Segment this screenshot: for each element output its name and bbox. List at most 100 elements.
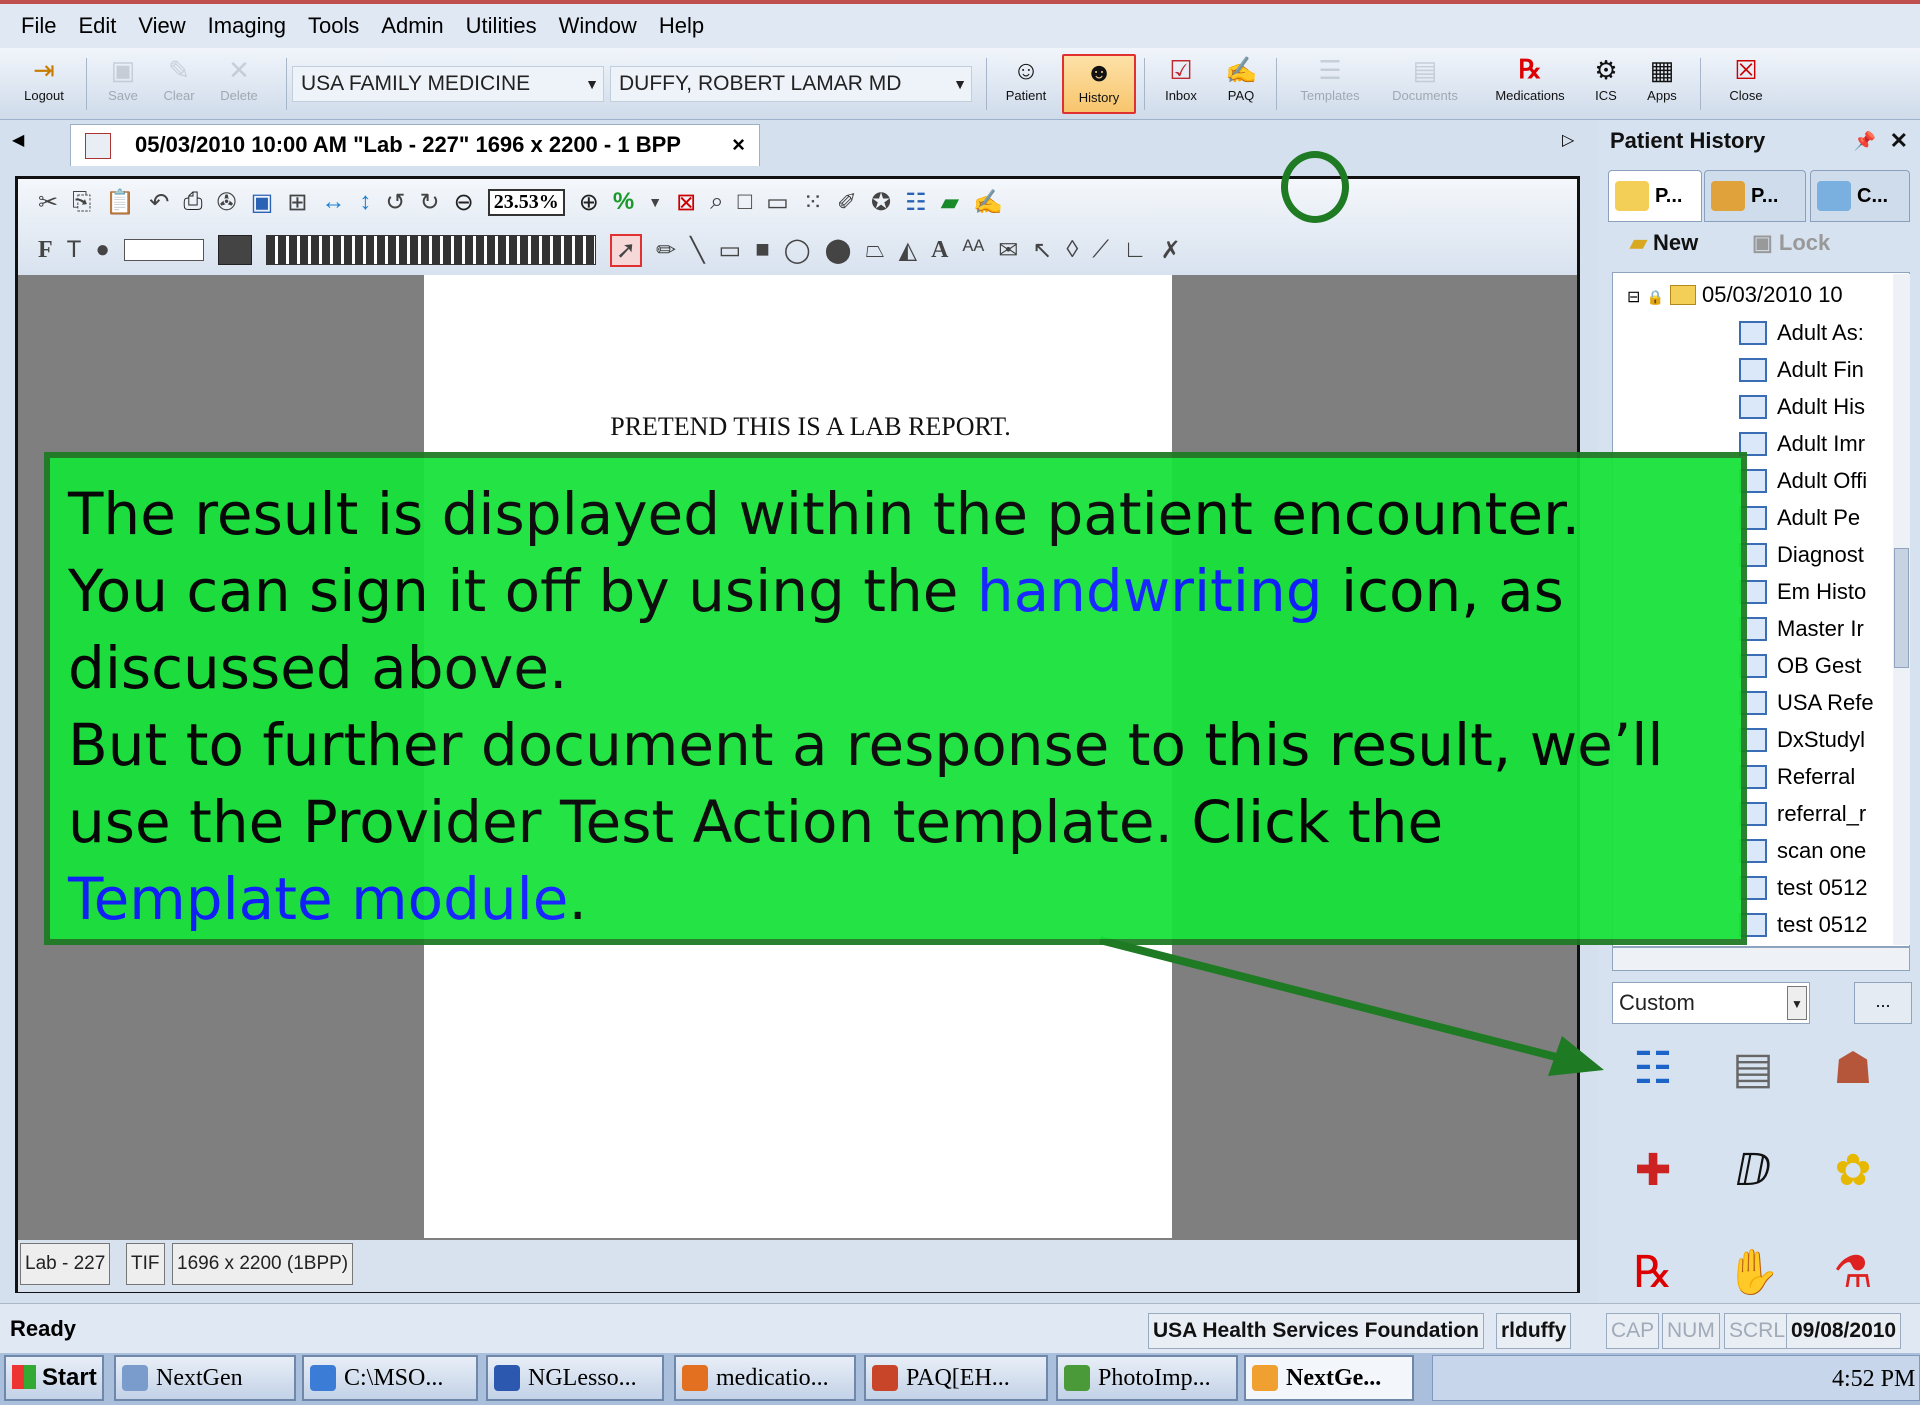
- menu-window[interactable]: Window: [559, 13, 637, 39]
- chevron-down-icon[interactable]: ▼: [648, 194, 662, 210]
- pin-icon[interactable]: 📌: [1854, 120, 1876, 162]
- fit-width-icon[interactable]: ↔: [321, 188, 345, 216]
- handwriting-icon[interactable]: ✍: [973, 188, 1003, 217]
- filter-select[interactable]: Custom ▼: [1612, 982, 1810, 1024]
- menu-admin[interactable]: Admin: [381, 13, 443, 39]
- tree-item[interactable]: Adult Fin: [1613, 352, 1909, 388]
- ics-button[interactable]: ⚙ ICS: [1588, 54, 1624, 114]
- medications-button[interactable]: ℞ Medications: [1482, 54, 1578, 114]
- filled-polygon-icon[interactable]: ◭: [899, 236, 917, 265]
- book-icon[interactable]: ▰: [941, 188, 959, 217]
- taskbar-item-active[interactable]: NextGe...: [1244, 1355, 1414, 1401]
- pen-icon[interactable]: ✏: [656, 236, 676, 265]
- allergy-module-icon[interactable]: ✿: [1822, 1140, 1884, 1202]
- filled-rectangle-icon[interactable]: ■: [755, 236, 770, 264]
- menu-tools[interactable]: Tools: [308, 13, 359, 39]
- thumbnails-icon[interactable]: ⁙: [803, 188, 823, 217]
- order-module-icon[interactable]: ✋: [1722, 1242, 1784, 1304]
- image-module-icon[interactable]: ☗: [1822, 1038, 1884, 1100]
- menu-view[interactable]: View: [138, 13, 185, 39]
- select-region-icon[interactable]: ⊠: [676, 188, 696, 217]
- taskbar-item[interactable]: NextGen: [114, 1355, 296, 1401]
- line-style-select[interactable]: [123, 239, 204, 261]
- tab-calendar[interactable]: C...: [1810, 170, 1910, 222]
- cut-icon[interactable]: ✂: [38, 188, 58, 217]
- taskbar-item[interactable]: PhotoImp...: [1056, 1355, 1238, 1401]
- polygon-icon[interactable]: ⏢: [865, 236, 884, 264]
- document-module-icon[interactable]: ▤: [1722, 1038, 1784, 1100]
- print-icon[interactable]: ⎙: [183, 188, 202, 216]
- layers-icon[interactable]: ☷: [905, 188, 927, 217]
- provider-select[interactable]: DUFFY, ROBERT LAMAR MD ▼: [610, 66, 972, 102]
- menu-imaging[interactable]: Imaging: [208, 13, 286, 39]
- magnify-icon[interactable]: ⌕: [710, 188, 723, 216]
- undo-icon[interactable]: ↶: [149, 188, 169, 217]
- save-button[interactable]: ▣ Save: [98, 54, 148, 114]
- text-color-icon[interactable]: T: [67, 236, 82, 264]
- history-button[interactable]: ☻ History: [1062, 54, 1136, 114]
- fit-height-icon[interactable]: ↕: [359, 188, 371, 216]
- ruler-icon[interactable]: ⟋: [1092, 236, 1109, 264]
- filled-ellipse-icon[interactable]: ⬤: [825, 236, 852, 265]
- clear-button[interactable]: ✎ Clear: [154, 54, 204, 114]
- zoom-out-icon[interactable]: ⊖: [454, 188, 474, 217]
- text-tool-icon[interactable]: A: [931, 237, 948, 264]
- fill-icon[interactable]: ●: [95, 236, 110, 264]
- tab-patient-folder[interactable]: P...: [1608, 170, 1702, 222]
- tree-item[interactable]: Adult As:: [1613, 315, 1909, 351]
- arrow-icon[interactable]: ↖: [1032, 236, 1052, 265]
- tree-scrollbar-thumb[interactable]: [1894, 548, 1909, 668]
- logout-button[interactable]: ⇥ Logout: [14, 54, 74, 114]
- font-icon[interactable]: F: [38, 237, 53, 264]
- close-icon[interactable]: ✕: [1890, 120, 1908, 162]
- scan-icon[interactable]: ✇: [217, 188, 237, 217]
- highlighter-icon[interactable]: ◊: [1066, 236, 1078, 264]
- ellipse-icon[interactable]: ◯: [784, 236, 811, 265]
- tree-hscrollbar[interactable]: [1612, 947, 1910, 971]
- eraser-icon[interactable]: ✗: [1161, 236, 1181, 265]
- menu-edit[interactable]: Edit: [78, 13, 116, 39]
- start-button[interactable]: Start: [4, 1355, 104, 1401]
- save-image-icon[interactable]: ▣: [251, 188, 274, 217]
- tab-people[interactable]: P...: [1704, 170, 1806, 222]
- lock-button[interactable]: ▣ Lock: [1752, 230, 1830, 256]
- single-page-icon[interactable]: □: [738, 188, 753, 216]
- two-page-icon[interactable]: ▭: [766, 188, 789, 217]
- paq-button[interactable]: ✍ PAQ: [1216, 54, 1266, 114]
- tab-lab-document[interactable]: 05/03/2010 10:00 AM "Lab - 227" 1696 x 2…: [70, 124, 760, 166]
- rotate-left-icon[interactable]: ↺: [385, 188, 405, 217]
- pattern-palette[interactable]: [265, 235, 596, 265]
- note-icon[interactable]: ✉: [998, 236, 1018, 265]
- practice-select[interactable]: USA FAMILY MEDICINE ▼: [292, 66, 604, 102]
- zoom-level-field[interactable]: 23.53%: [487, 188, 565, 216]
- rx-module-icon[interactable]: ℞: [1622, 1242, 1684, 1304]
- pointer-icon[interactable]: ➚: [609, 233, 642, 267]
- inbox-button[interactable]: ☑ Inbox: [1152, 54, 1210, 114]
- close-button[interactable]: ☒ Close: [1716, 54, 1776, 114]
- apps-button[interactable]: ▦ Apps: [1636, 54, 1688, 114]
- zoom-in-icon[interactable]: ⊕: [579, 188, 599, 217]
- diagnosis-module-icon[interactable]: ⅅ: [1722, 1140, 1784, 1202]
- menu-help[interactable]: Help: [659, 13, 704, 39]
- stamp-icon[interactable]: ✪: [871, 188, 891, 217]
- fit-icon[interactable]: ⊞: [287, 188, 307, 217]
- templates-button[interactable]: ☰ Templates: [1290, 54, 1370, 114]
- tab-scroll-right-icon[interactable]: ▷: [1562, 130, 1574, 150]
- text-size-icon[interactable]: ᴬᴬ: [962, 236, 984, 264]
- paste-icon[interactable]: 📋: [105, 188, 135, 217]
- taskbar-item[interactable]: C:\MSO...: [302, 1355, 478, 1401]
- patient-button[interactable]: ☺ Patient: [996, 54, 1056, 114]
- rectangle-icon[interactable]: ▭: [719, 236, 742, 265]
- filter-options-button[interactable]: ...: [1854, 982, 1912, 1024]
- tree-item[interactable]: Adult His: [1613, 389, 1909, 425]
- template-module-icon[interactable]: ☷: [1622, 1038, 1684, 1100]
- line-icon[interactable]: ╲: [690, 236, 704, 265]
- tab-scroll-left-icon[interactable]: ◀: [12, 130, 24, 150]
- menu-utilities[interactable]: Utilities: [466, 13, 537, 39]
- tree-root[interactable]: ⊟ 🔒 05/03/2010 10: [1613, 277, 1909, 313]
- new-button[interactable]: ▰ New: [1630, 230, 1698, 256]
- annotate-icon[interactable]: ✐: [837, 188, 857, 217]
- percent-button[interactable]: %: [613, 188, 634, 216]
- lab-module-icon[interactable]: ⚗: [1822, 1242, 1884, 1304]
- color-swatch-select[interactable]: [217, 235, 252, 265]
